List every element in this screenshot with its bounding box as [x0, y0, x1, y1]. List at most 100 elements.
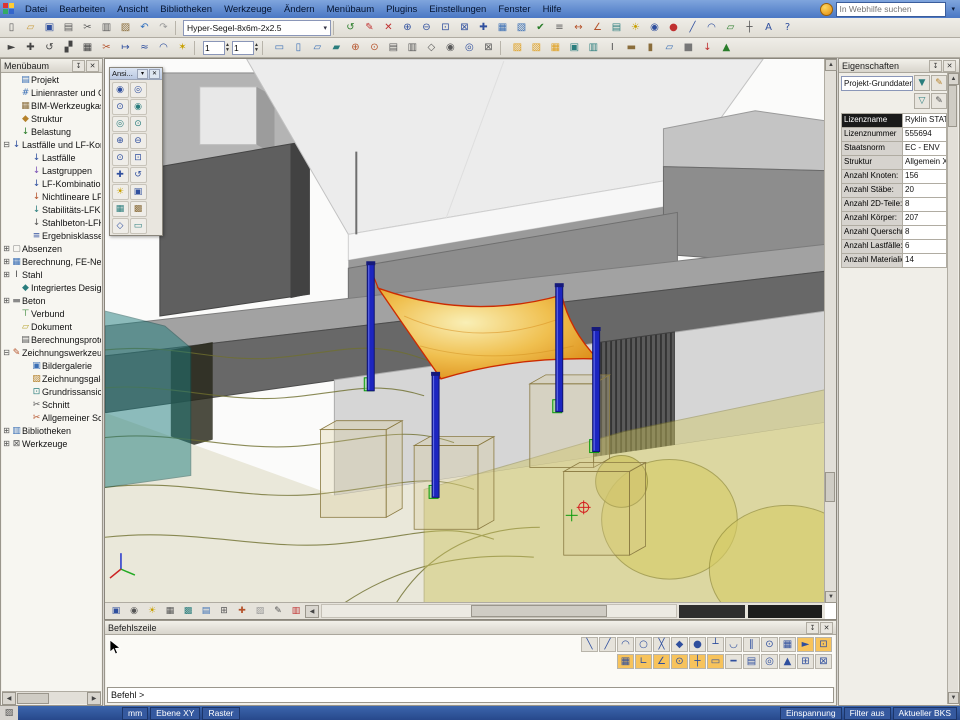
- snap-tangent-icon[interactable]: ◡: [725, 637, 742, 652]
- cut-icon[interactable]: ✂: [78, 19, 97, 37]
- scroll-right-icon[interactable]: ▶: [87, 692, 101, 705]
- scroll-left-icon[interactable]: ◀: [305, 605, 319, 618]
- arc-icon[interactable]: ◠: [702, 19, 721, 37]
- view-manager-icon[interactable]: ▣: [107, 603, 125, 619]
- property-row[interactable]: Anzahl Materialien: 14: [841, 254, 947, 268]
- explode-icon[interactable]: ✶: [173, 39, 192, 57]
- tree-expander-icon[interactable]: ⊞: [2, 257, 11, 266]
- resize-grip-icon[interactable]: ▨: [0, 706, 18, 720]
- annotation-icon[interactable]: ▲: [779, 654, 796, 669]
- scroll-thumb[interactable]: [471, 605, 608, 617]
- property-value[interactable]: EC - ENV: [903, 142, 947, 156]
- rotate-icon[interactable]: ↺: [40, 39, 59, 57]
- sun-icon[interactable]: ☀: [143, 603, 161, 619]
- copy-icon[interactable]: ▥: [97, 19, 116, 37]
- pin-icon[interactable]: ↧: [929, 60, 942, 72]
- close-icon[interactable]: ✕: [943, 60, 956, 72]
- light-icon[interactable]: ☀: [112, 184, 129, 200]
- snap-parallel-icon[interactable]: ∥: [743, 637, 760, 652]
- tree-item-linienraster[interactable]: # Linienraster und Geschosse: [2, 86, 101, 99]
- webhelp-search-input[interactable]: [836, 2, 946, 17]
- scroll-up-icon[interactable]: ▲: [825, 59, 837, 71]
- property-row[interactable]: Anzahl 2D-Teile: 8: [841, 198, 947, 212]
- zoom-window-icon[interactable]: ⊡: [130, 150, 147, 166]
- redraw-icon[interactable]: ↺: [130, 167, 147, 183]
- camera-icon[interactable]: ◉: [441, 39, 460, 57]
- move-icon[interactable]: ✚: [21, 39, 40, 57]
- property-value[interactable]: 14: [903, 254, 947, 268]
- list-icon[interactable]: ≡: [550, 19, 569, 37]
- view-y-icon[interactable]: ◎: [112, 116, 129, 132]
- menu-ansicht[interactable]: Ansicht: [111, 2, 154, 17]
- tree-expander-icon[interactable]: ⊟: [2, 348, 11, 357]
- pin-icon[interactable]: ↧: [72, 60, 85, 72]
- refresh-icon[interactable]: ↺: [341, 19, 360, 37]
- plane-xz-icon[interactable]: ▱: [308, 39, 327, 57]
- tree-item-schnitt[interactable]: ✂ Schnitt: [2, 398, 101, 411]
- tree-item-belastung[interactable]: ↓ Belastung: [2, 125, 101, 138]
- scroll-thumb[interactable]: [948, 85, 957, 127]
- trim-icon[interactable]: ✂: [97, 39, 116, 57]
- property-value[interactable]: 207: [903, 212, 947, 226]
- snap-line2-icon[interactable]: ╱: [599, 637, 616, 652]
- layers-icon[interactable]: ▤: [607, 19, 626, 37]
- status-segment[interactable]: Filter aus: [844, 707, 891, 720]
- menu-aendern[interactable]: Ändern: [278, 2, 321, 17]
- filter-button[interactable]: ▽: [914, 93, 930, 109]
- visibility-all-icon[interactable]: ◉: [112, 82, 129, 98]
- model-selector-combo[interactable]: Hyper-Segel-8x6m-2x2.5 ▾: [183, 20, 331, 36]
- scale-value-2[interactable]: [232, 41, 254, 55]
- lineweight-icon[interactable]: ━: [725, 654, 742, 669]
- edit-button[interactable]: ✎: [931, 75, 947, 91]
- profile-icon[interactable]: Ⅰ: [603, 39, 622, 57]
- menu-bearbeiten[interactable]: Bearbeiten: [53, 2, 111, 17]
- close-icon[interactable]: ✕: [149, 69, 160, 79]
- polar-icon[interactable]: ∠: [653, 654, 670, 669]
- tree-expander-icon[interactable]: ⊞: [2, 244, 11, 253]
- tree-item-absenzen[interactable]: ⊞ ▢ Absenzen: [2, 242, 101, 255]
- workplane-icon[interactable]: ▰: [327, 39, 346, 57]
- tree-item-stahlbeton-lfk[interactable]: ↓ Stahlbeton-LFK: [2, 216, 101, 229]
- property-value[interactable]: 20: [903, 184, 947, 198]
- point-icon[interactable]: ●: [664, 19, 683, 37]
- property-row[interactable]: Staatsnorm EC - ENV: [841, 142, 947, 156]
- pan-icon[interactable]: ✚: [474, 19, 493, 37]
- property-value[interactable]: 156: [903, 170, 947, 184]
- paste-icon[interactable]: ▨: [116, 19, 135, 37]
- load-icon[interactable]: ↓: [698, 39, 717, 57]
- status-segment[interactable]: mm: [122, 707, 148, 720]
- tree-item-lastfaelle[interactable]: ↓ Lastfälle: [2, 151, 101, 164]
- property-value[interactable]: 555694: [903, 128, 947, 142]
- film-icon[interactable]: ▥: [287, 603, 305, 619]
- zoom-out-icon[interactable]: ⊖: [130, 133, 147, 149]
- viewport-3d-scene[interactable]: Ansi... ▾ ✕ ◉◎⊙◉◎⊙⊕⊖⊙⊡✚↺☀▣▦▩◇▭: [105, 59, 825, 603]
- tree-item-nichtlineare-lf-kombinationen[interactable]: ↓ Nichtlineare LF-Kombina: [2, 190, 101, 203]
- properties-category-combo[interactable]: Projekt-Grunddaten (1) ▾: [841, 76, 913, 91]
- webhelp-icon[interactable]: [820, 3, 833, 16]
- scroll-down-icon[interactable]: ▼: [948, 692, 959, 704]
- line-icon[interactable]: ╱: [683, 19, 702, 37]
- tree-item-berechnung-fe-netz[interactable]: ⊞ ▦ Berechnung, FE-Netz: [2, 255, 101, 268]
- scroll-thumb[interactable]: [17, 693, 49, 704]
- redo-icon[interactable]: ↷: [154, 19, 173, 37]
- clean-screen-icon[interactable]: ⊠: [815, 654, 832, 669]
- cursor-mode-icon[interactable]: ►: [797, 637, 814, 652]
- view-x-icon[interactable]: ◉: [130, 99, 147, 115]
- tree-item-lastgruppen[interactable]: ↓ Lastgruppen: [2, 164, 101, 177]
- property-row[interactable]: Anzahl Querschnitte: 8: [841, 226, 947, 240]
- tree-item-dokument[interactable]: ▱ Dokument: [2, 320, 101, 333]
- tree-expander-icon[interactable]: ⊞: [2, 296, 11, 305]
- visibility-invert-icon[interactable]: ⊙: [112, 99, 129, 115]
- stepper-arrows-icon[interactable]: ▲▼: [225, 43, 230, 53]
- viewport-horizontal-scrollbar[interactable]: [321, 604, 677, 618]
- apply-filter-button[interactable]: ▼: [914, 75, 930, 91]
- tree-item-verbund[interactable]: ⊤ Verbund: [2, 307, 101, 320]
- select-arrow-icon[interactable]: ►: [2, 39, 21, 57]
- zoom-out-icon[interactable]: ⊖: [417, 19, 436, 37]
- tree-item-stahl[interactable]: ⊞ Ⅰ Stahl: [2, 268, 101, 281]
- tree-item-allgemeiner-schnitt[interactable]: ✂ Allgemeiner Schnitt: [2, 411, 101, 424]
- view-z-icon[interactable]: ⊙: [130, 116, 147, 132]
- tree-horizontal-scrollbar[interactable]: ◀ ▶: [2, 691, 101, 704]
- property-row[interactable]: Anzahl Lastfälle: 6: [841, 240, 947, 254]
- tree-item-zeichnungsgalerie[interactable]: ▨ Zeichnungsgalerie: [2, 372, 101, 385]
